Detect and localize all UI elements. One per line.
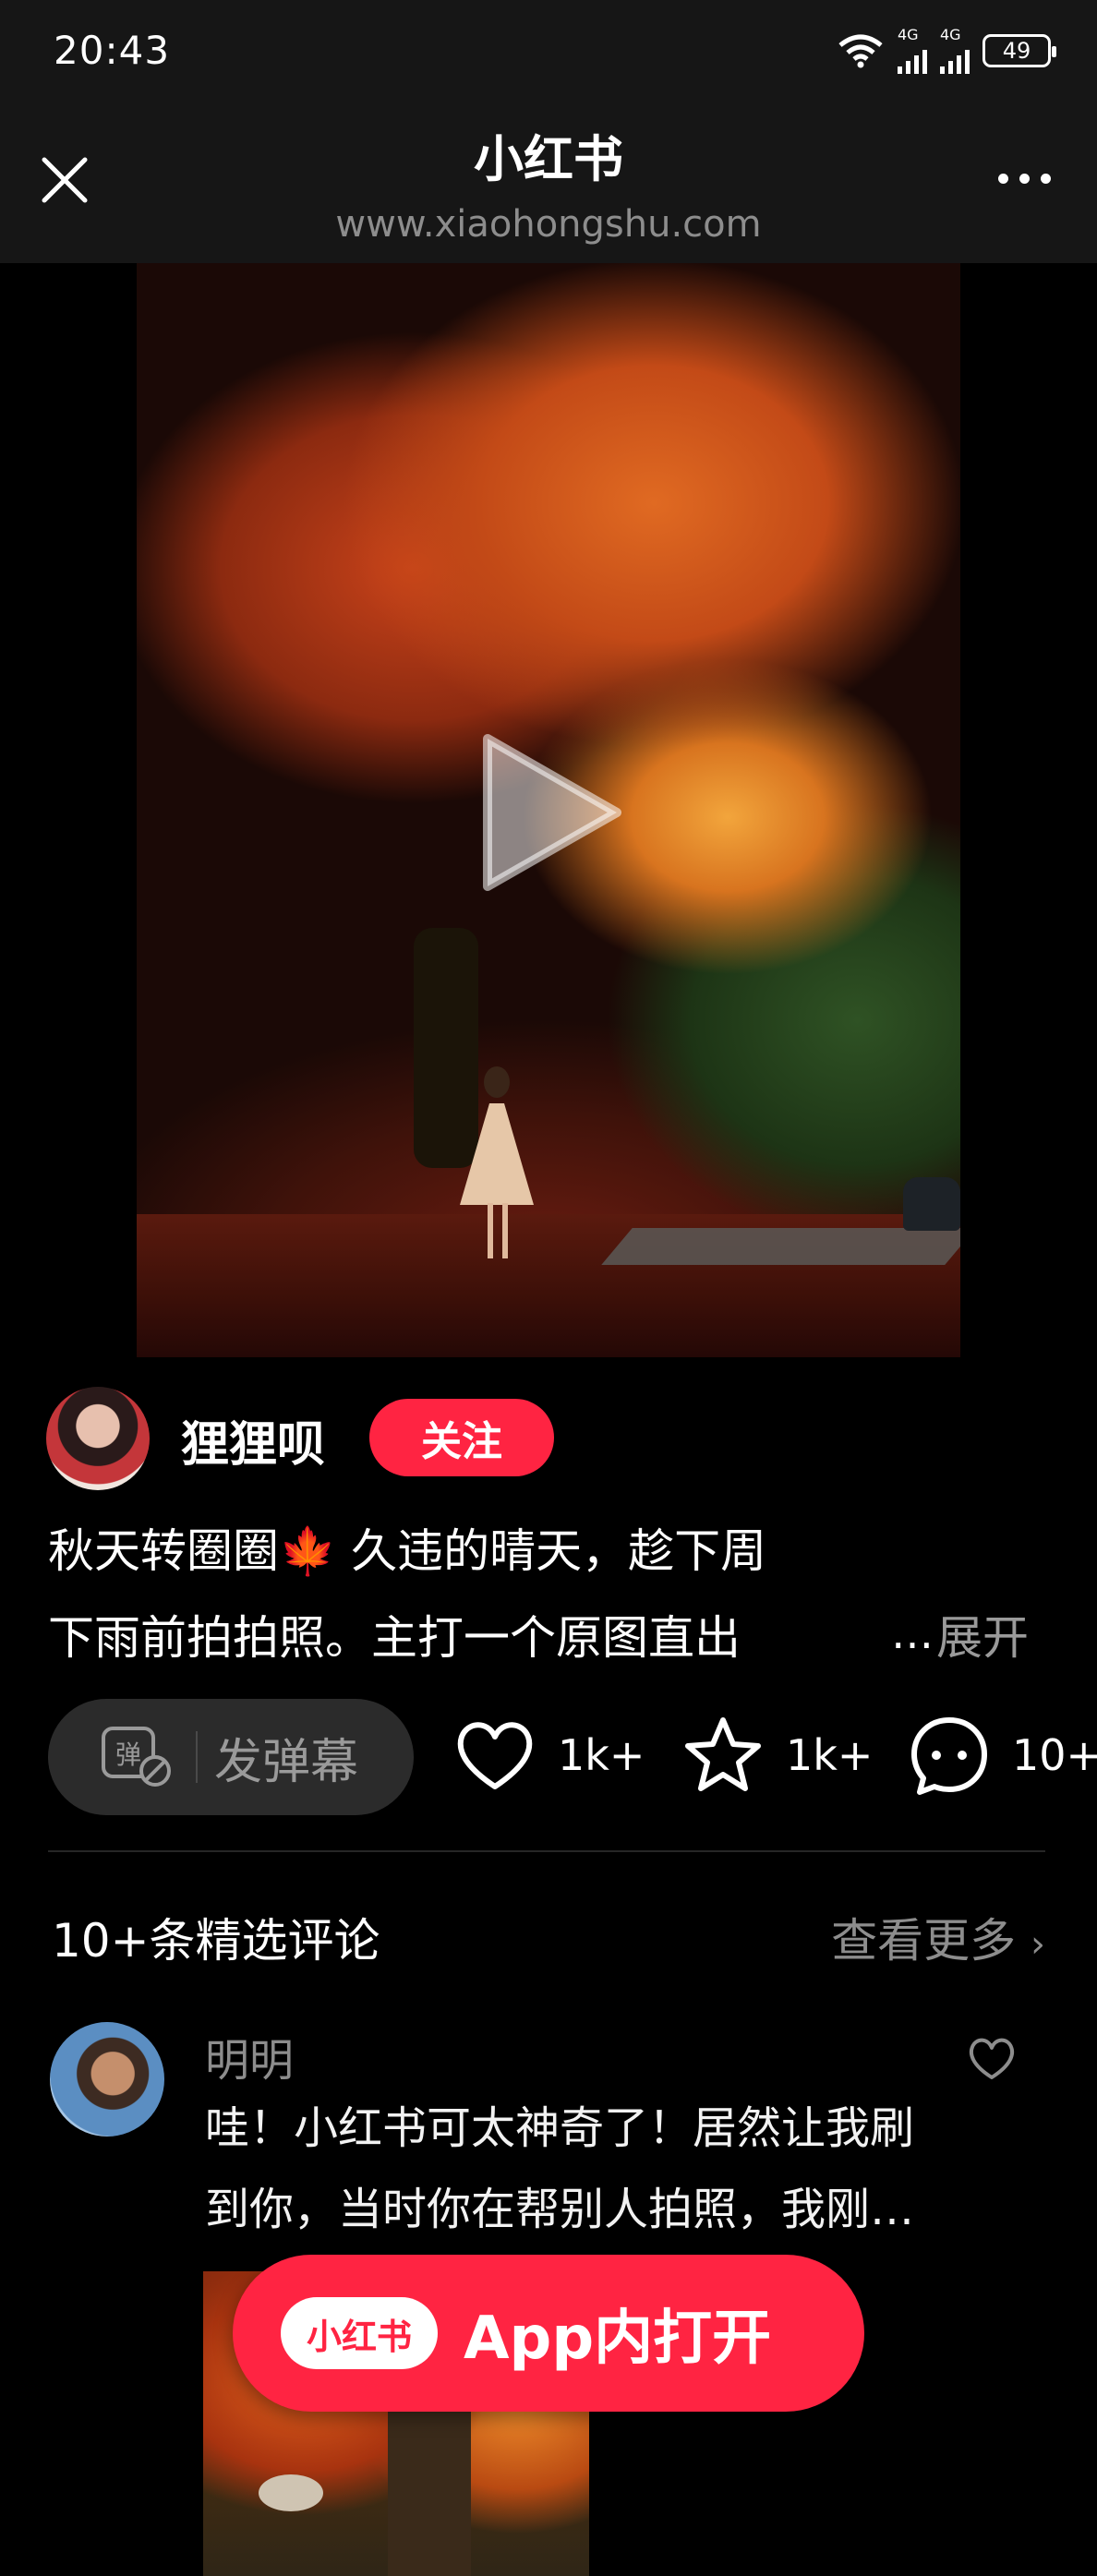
network-type-label: 4G (940, 26, 961, 43)
cell-signal-1: 4G (898, 28, 927, 74)
comments-title: 10+条精选评论 (52, 1914, 380, 1968)
heart-icon (457, 1722, 533, 1789)
description-text: 秋天转圈圈 (48, 1524, 279, 1578)
xiaohongshu-logo: 小红书 (281, 2297, 438, 2369)
description-line-2: 下雨前拍拍照。主打一个原图直出 (48, 1611, 741, 1665)
maple-leaf-icon: 🍁 (279, 1524, 337, 1578)
star-icon (685, 1717, 761, 1791)
wifi-icon (838, 34, 883, 68)
open-in-app-button[interactable]: 小红书 App内打开 (233, 2255, 864, 2412)
danmaku-icon-char: 弹 (115, 1739, 141, 1770)
comment-text: 哇！小红书可太神奇了！居然让我刷 (205, 2102, 915, 2154)
car (903, 1177, 960, 1231)
commenter-avatar[interactable] (50, 2022, 164, 2137)
person-legs (488, 1203, 508, 1258)
like-button[interactable]: 1k+ (452, 1713, 645, 1798)
tree-trunk (414, 928, 478, 1168)
description-text: 久违的晴天，趁下周 (336, 1524, 767, 1578)
see-more-link[interactable]: 查看更多 › (831, 1904, 1045, 1970)
danmaku-icon: 弹 (100, 1725, 174, 1789)
danmaku-label: 发弹幕 (214, 1734, 359, 1790)
signal-bars-icon (940, 42, 970, 74)
tree-trunk (388, 2401, 471, 2576)
chevron-right-icon: › (1031, 1923, 1045, 1966)
divider (196, 1731, 198, 1783)
status-time: 20:43 (54, 28, 171, 73)
comment-like-icon[interactable] (966, 2033, 1018, 2085)
comment-icon (911, 1717, 987, 1795)
page-url: www.xiaohongshu.com (335, 203, 762, 246)
more-options-icon[interactable] (998, 174, 1051, 184)
description-line-1: 秋天转圈圈🍁 久违的晴天，趁下周 (48, 1523, 766, 1579)
danmaku-input-button[interactable]: 弹 发弹幕 (48, 1699, 414, 1815)
battery-icon: 49 (982, 34, 1056, 67)
page-title: 小红书 (474, 130, 623, 188)
follow-button[interactable]: 关注 (369, 1399, 554, 1476)
ellipsis: … (891, 1608, 934, 1658)
comment-count: 10+ (1012, 1730, 1097, 1780)
play-icon[interactable] (469, 725, 635, 900)
like-count: 1k+ (558, 1730, 645, 1780)
author-name[interactable]: 狸狸呗 (181, 1405, 325, 1475)
road (601, 1228, 960, 1265)
battery-level: 49 (1002, 38, 1031, 64)
network-type-label: 4G (898, 26, 919, 43)
author-avatar[interactable] (46, 1387, 150, 1490)
video-player[interactable] (137, 263, 960, 1357)
comment-text: 到你，当时你在帮别人拍照，我刚… (205, 2184, 915, 2235)
open-in-app-label: App内打开 (464, 2305, 772, 2373)
person-hat (259, 2474, 323, 2511)
status-icons: 4G 4G 49 (837, 28, 1056, 74)
signal-bars-icon (898, 42, 927, 74)
commenter-name[interactable]: 明明 (205, 2024, 294, 2088)
cell-signal-2: 4G (940, 28, 970, 74)
comment-button[interactable]: 10+ (907, 1713, 1097, 1798)
see-more-label: 查看更多 (831, 1914, 1017, 1968)
divider (48, 1850, 1045, 1852)
person-head (484, 1066, 510, 1098)
collect-count: 1k+ (786, 1730, 874, 1780)
expand-link[interactable]: 展开 (936, 1601, 1029, 1667)
collect-button[interactable]: 1k+ (681, 1713, 873, 1798)
